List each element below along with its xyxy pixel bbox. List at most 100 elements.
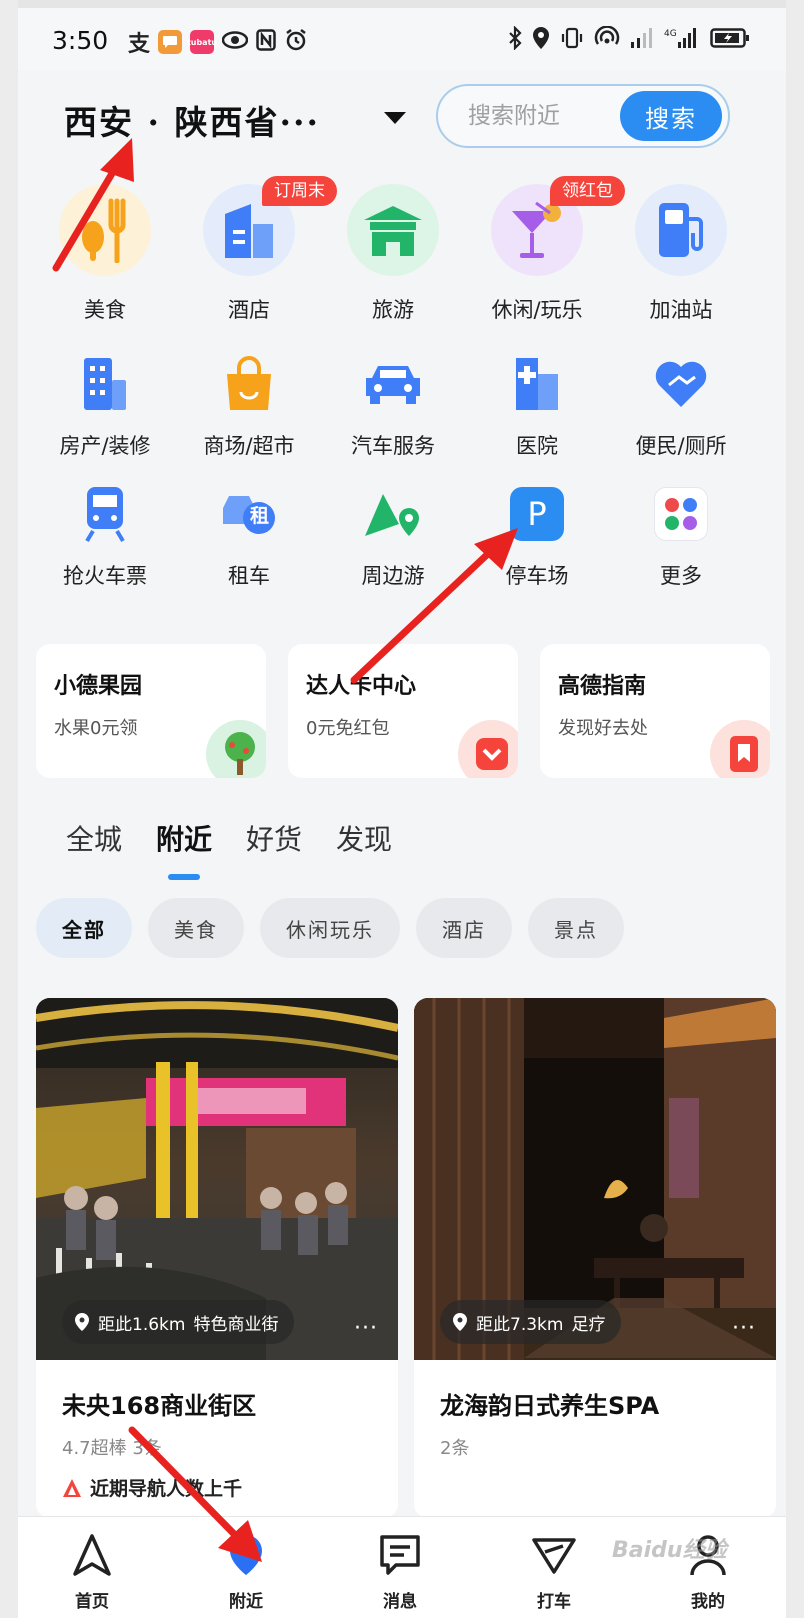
category-label: 商场/超市 bbox=[203, 434, 295, 458]
feed-title: 未央168商业街区 bbox=[62, 1392, 257, 1420]
eye-icon bbox=[221, 31, 249, 53]
tab-nearby[interactable]: 附近 bbox=[156, 818, 212, 880]
tab-city[interactable]: 全城 bbox=[66, 818, 122, 858]
category-gas-station[interactable]: 加油站 bbox=[606, 184, 756, 324]
category-label: 美食 bbox=[84, 298, 126, 322]
search-input[interactable] bbox=[468, 100, 618, 132]
left-bezel bbox=[0, 0, 18, 1618]
more-apps-icon bbox=[649, 482, 713, 546]
status-bar: 3:50 支 tubatu 4G bbox=[18, 8, 786, 70]
nav-label: 首页 bbox=[75, 1592, 109, 1612]
category-nearby-tour[interactable]: 周边游 bbox=[318, 482, 468, 590]
hospital-icon bbox=[505, 352, 569, 416]
chip-leisure[interactable]: 休闲玩乐 bbox=[260, 898, 400, 958]
category-label: 停车场 bbox=[505, 564, 569, 588]
nav-nearby[interactable]: 附近 bbox=[196, 1531, 296, 1612]
category-label: 便民/厕所 bbox=[635, 434, 727, 458]
status-left-icons: 支 tubatu bbox=[128, 26, 308, 58]
category-car-service[interactable]: 汽车服务 bbox=[318, 352, 468, 460]
travel-icon bbox=[347, 184, 439, 276]
alarm-icon bbox=[284, 28, 308, 56]
category-food[interactable]: 美食 bbox=[30, 184, 180, 324]
category-mall[interactable]: 商场/超市 bbox=[174, 352, 324, 460]
category-label: 抢火车票 bbox=[63, 564, 147, 588]
category-car-rental[interactable]: 租 租车 bbox=[174, 482, 324, 590]
parking-icon: P bbox=[505, 482, 569, 546]
header: 西安 · 陕西省··· 搜索 bbox=[18, 70, 786, 170]
more-options-icon[interactable]: ··· bbox=[732, 1316, 756, 1341]
chip-hotel[interactable]: 酒店 bbox=[416, 898, 512, 958]
category-leisure[interactable]: 领红包 休闲/玩乐 bbox=[462, 176, 625, 324]
red-envelope-icon bbox=[458, 720, 518, 778]
feed-subtitle: 2条 bbox=[440, 1438, 470, 1459]
category-text: 特色商业街 bbox=[193, 1314, 279, 1335]
location-pill: 距此1.6km 特色商业街 bbox=[62, 1300, 295, 1344]
promo-card-orchard[interactable]: 小德果园 水果0元领 bbox=[36, 644, 266, 778]
watermark: Baidu经验 bbox=[612, 1538, 727, 1563]
category-train[interactable]: 抢火车票 bbox=[30, 482, 180, 590]
tree-icon bbox=[206, 720, 266, 778]
promo-subtitle: 0元免红包 bbox=[306, 718, 390, 739]
status-right-icons: 4G bbox=[508, 25, 750, 55]
food-icon bbox=[59, 184, 151, 276]
feed-title: 龙海韵日式养生SPA bbox=[440, 1392, 660, 1420]
car-rental-icon: 租 bbox=[217, 482, 281, 546]
category-realestate[interactable]: 房产/装修 bbox=[30, 352, 180, 460]
filter-chips: 全部 美食 休闲玩乐 酒店 景点 bbox=[36, 898, 624, 958]
status-time: 3:50 bbox=[52, 26, 109, 55]
category-parking[interactable]: P 停车场 bbox=[462, 482, 612, 590]
top-edge bbox=[0, 0, 804, 8]
feed-tabs: 全城 附近 好货 发现 bbox=[66, 818, 392, 880]
chip-scenic[interactable]: 景点 bbox=[528, 898, 624, 958]
nav-label: 打车 bbox=[537, 1592, 571, 1612]
handshake-heart-icon bbox=[649, 352, 713, 416]
category-label: 更多 bbox=[660, 564, 702, 588]
category-label: 医院 bbox=[516, 434, 558, 458]
promo-card-guide[interactable]: 高德指南 发现好去处 bbox=[540, 644, 770, 778]
bookmark-icon bbox=[710, 720, 770, 778]
distance-text: 距此7.3km bbox=[476, 1314, 564, 1335]
promo-title: 高德指南 bbox=[558, 674, 647, 699]
bluetooth-icon bbox=[508, 25, 522, 55]
location-icon bbox=[532, 26, 550, 55]
search-button[interactable]: 搜索 bbox=[620, 91, 722, 141]
chip-all[interactable]: 全部 bbox=[36, 898, 132, 958]
navigation-arrow-icon bbox=[42, 1531, 142, 1579]
pin-icon bbox=[453, 1313, 467, 1331]
category-convenience[interactable]: 便民/厕所 bbox=[606, 352, 756, 460]
search-box[interactable]: 搜索 bbox=[436, 84, 730, 148]
nearby-pin-icon bbox=[196, 1531, 296, 1579]
category-more[interactable]: 更多 bbox=[606, 482, 756, 590]
promo-subtitle: 水果0元领 bbox=[54, 718, 138, 739]
car-rental-icon-text: 租 bbox=[250, 505, 270, 527]
feed-card-spa[interactable]: 距此7.3km 足疗 ··· 龙海韵日式养生SPA 2条 bbox=[414, 998, 776, 1518]
feed-subtitle: 4.7超棒 3条 bbox=[62, 1438, 162, 1459]
car-icon bbox=[361, 352, 425, 416]
feed-card-street[interactable]: 距此1.6km 特色商业街 ··· 未央168商业街区 4.7超棒 3条 近期导… bbox=[36, 998, 398, 1518]
category-travel[interactable]: 旅游 bbox=[318, 184, 468, 324]
tab-discover[interactable]: 发现 bbox=[336, 818, 392, 858]
shopping-bag-icon bbox=[217, 352, 281, 416]
chip-food[interactable]: 美食 bbox=[148, 898, 244, 958]
4g-signal-icon: 4G bbox=[664, 27, 700, 54]
caret-down-icon[interactable] bbox=[384, 112, 406, 124]
taxi-icon bbox=[504, 1531, 604, 1579]
nav-home[interactable]: 首页 bbox=[42, 1531, 142, 1612]
alipay-icon: 支 bbox=[128, 32, 151, 57]
more-options-icon[interactable]: ··· bbox=[354, 1316, 378, 1341]
mountain-pin-icon bbox=[361, 482, 425, 546]
app-badge-icon: tubatu bbox=[187, 30, 217, 54]
category-label: 租车 bbox=[228, 564, 270, 588]
city-name[interactable]: 西安 · 陕西省··· bbox=[64, 96, 320, 144]
tab-goods[interactable]: 好货 bbox=[246, 818, 302, 858]
building-icon bbox=[73, 352, 137, 416]
category-label: 汽车服务 bbox=[351, 434, 435, 458]
promo-card-talent[interactable]: 达人卡中心 0元免红包 bbox=[288, 644, 518, 778]
nav-messages[interactable]: 消息 bbox=[350, 1531, 450, 1612]
category-label: 旅游 bbox=[372, 298, 414, 322]
nav-taxi[interactable]: 打车 bbox=[504, 1531, 604, 1612]
category-hotel[interactable]: 订周末 酒店 bbox=[174, 176, 337, 324]
promo-title: 达人卡中心 bbox=[306, 674, 417, 699]
category-label: 酒店 bbox=[228, 298, 270, 322]
category-hospital[interactable]: 医院 bbox=[462, 352, 612, 460]
